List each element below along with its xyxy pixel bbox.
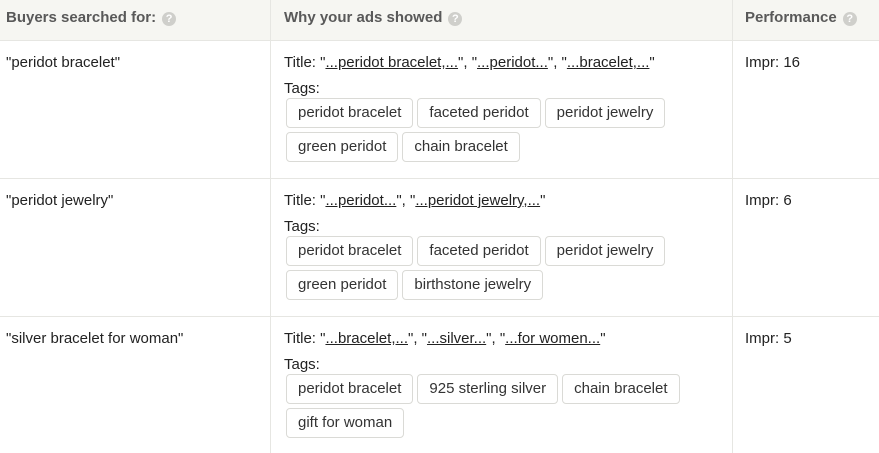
- tag-list: peridot bracelet faceted peridot peridot…: [286, 236, 726, 304]
- help-icon[interactable]: ?: [162, 12, 177, 26]
- tag-chip: 925 sterling silver: [417, 374, 559, 404]
- tag-chip: peridot bracelet: [286, 236, 414, 266]
- header-label: Performance: [745, 9, 837, 26]
- title-separator: ": [540, 192, 546, 209]
- tags-label: Tags:: [284, 356, 320, 373]
- title-prefix: Title: ": [284, 330, 326, 347]
- tag-chip: faceted peridot: [417, 236, 541, 266]
- search-query: "silver bracelet for woman": [6, 330, 184, 347]
- tag-chip: peridot bracelet: [286, 98, 414, 128]
- tags-label: Tags:: [284, 218, 320, 235]
- tag-chip: chain bracelet: [562, 374, 680, 404]
- title-separator: ", ": [408, 330, 427, 347]
- column-divider: [270, 0, 271, 453]
- title-matches: Title: "...peridot...", "...peridot jewe…: [284, 192, 724, 210]
- title-match: ...for women...: [505, 330, 601, 347]
- tag-chip: chain bracelet: [402, 132, 520, 162]
- title-separator: ", ": [396, 192, 416, 209]
- title-separator: ": [600, 330, 606, 347]
- header-label: Why your ads showed: [284, 9, 443, 26]
- title-match: ...peridot...: [325, 192, 397, 209]
- title-match: ...bracelet,...: [566, 54, 650, 71]
- performance-impressions: Impr: 5: [745, 330, 792, 347]
- performance-impressions: Impr: 6: [745, 192, 792, 209]
- header-label: Buyers searched for:: [6, 9, 157, 26]
- performance-impressions: Impr: 16: [745, 54, 801, 71]
- header-buyers-searched: Buyers searched for:?: [0, 0, 270, 41]
- title-separator: ": [649, 54, 655, 71]
- tag-chip: peridot jewelry: [544, 236, 666, 266]
- table-row: "peridot bracelet" Title: "...peridot br…: [0, 41, 879, 179]
- title-match: ...peridot bracelet,...: [325, 54, 459, 71]
- why-ad-showed: Title: "...peridot bracelet,...", "...pe…: [284, 54, 724, 166]
- table-header: Buyers searched for:? Why your ads showe…: [0, 0, 879, 41]
- title-matches: Title: "...peridot bracelet,...", "...pe…: [284, 54, 724, 72]
- search-terms-table: Buyers searched for:? Why your ads showe…: [0, 0, 879, 453]
- why-ad-showed: Title: "...peridot...", "...peridot jewe…: [284, 192, 724, 304]
- header-performance: Performance?: [733, 0, 879, 41]
- title-match: ...peridot...: [477, 54, 548, 71]
- tag-chip: green peridot: [286, 132, 399, 162]
- tag-list: peridot bracelet 925 sterling silver cha…: [286, 374, 726, 442]
- tag-list: peridot bracelet faceted peridot peridot…: [286, 98, 726, 166]
- tag-chip: peridot bracelet: [286, 374, 414, 404]
- title-separator: ", ": [486, 330, 506, 347]
- tag-chip: faceted peridot: [417, 98, 541, 128]
- title-match: ...bracelet,...: [325, 330, 408, 347]
- title-prefix: Title: ": [284, 192, 326, 209]
- title-prefix: Title: ": [284, 54, 326, 71]
- title-match: ...peridot jewelry,...: [415, 192, 541, 209]
- why-ad-showed: Title: "...bracelet,...", "...silver..."…: [284, 330, 724, 442]
- title-match: ...silver...: [426, 330, 487, 347]
- table-row: "peridot jewelry" Title: "...peridot..."…: [0, 179, 879, 317]
- title-matches: Title: "...bracelet,...", "...silver..."…: [284, 330, 724, 348]
- search-query: "peridot bracelet": [6, 54, 121, 71]
- help-icon[interactable]: ?: [448, 12, 463, 26]
- tags-label: Tags:: [284, 80, 320, 97]
- tag-chip: gift for woman: [286, 408, 405, 438]
- header-why-ads-showed: Why your ads showed?: [271, 0, 732, 41]
- table-row: "silver bracelet for woman" Title: "...b…: [0, 317, 879, 453]
- tag-chip: peridot jewelry: [544, 98, 666, 128]
- title-separator: ", ": [458, 54, 478, 71]
- column-divider: [732, 0, 733, 453]
- tag-chip: birthstone jewelry: [402, 270, 544, 300]
- title-separator: ", ": [547, 54, 567, 71]
- help-icon[interactable]: ?: [842, 12, 857, 26]
- search-query: "peridot jewelry": [6, 192, 114, 209]
- tag-chip: green peridot: [286, 270, 399, 300]
